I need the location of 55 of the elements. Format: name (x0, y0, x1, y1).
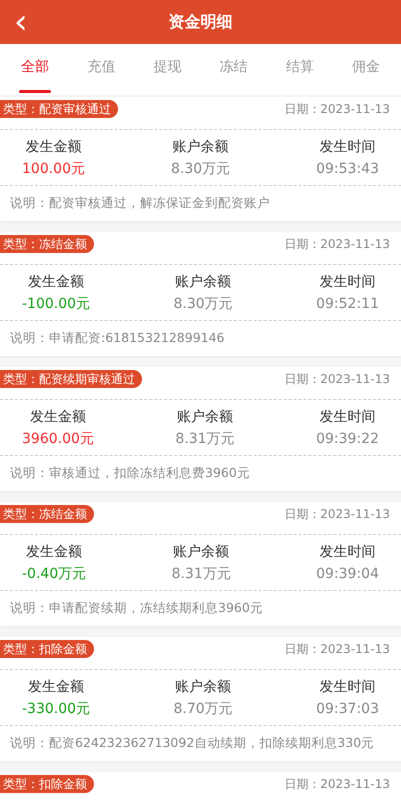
type-badge: 类型：冻结金额 (0, 235, 94, 253)
type-badge: 类型：冻结金额 (0, 505, 94, 523)
date-text: 日期：2023-11-13 (284, 776, 390, 793)
amount-value: -0.40万元 (22, 565, 86, 584)
time-value: 09:37:03 (316, 700, 379, 719)
tab[interactable]: 冻结 (200, 44, 267, 95)
balance-label: 账户余额 (177, 408, 233, 427)
note-text: 说明：配资审核通过，解冻保证金到配资账户 (9, 194, 271, 212)
tab[interactable]: 结算 (266, 44, 333, 95)
amount-label: 发生金额 (26, 543, 82, 562)
balance-label: 账户余额 (172, 138, 229, 157)
type-badge: 类型：配资续期审核通过 (0, 370, 142, 388)
amount-label: 发生金额 (28, 273, 84, 292)
type-badge: 类型：扣除金额 (0, 775, 94, 793)
time-label: 发生时间 (320, 273, 376, 292)
balance-value: 8.31万元 (175, 430, 235, 449)
date-text: 日期：2023-11-13 (284, 506, 390, 523)
time-value: 09:53:43 (316, 160, 379, 179)
balance-value: 8.30万元 (170, 160, 230, 179)
tab[interactable]: 充值 (68, 44, 134, 95)
time-value: 09:39:04 (316, 565, 379, 584)
amount-label: 发生金额 (28, 678, 84, 697)
note-text: 说明：配资624232362713092自动续期，扣除续期利息330元 (9, 734, 376, 752)
amount-value: -100.00元 (22, 295, 90, 314)
balance-value: 8.70万元 (173, 700, 233, 719)
date-text: 日期：2023-11-13 (284, 101, 390, 118)
balance-label: 账户余额 (175, 273, 232, 292)
date-text: 日期：2023-11-13 (284, 641, 390, 658)
tab[interactable]: 全部 (2, 44, 68, 95)
balance-label: 账户余额 (173, 543, 230, 562)
balance-value: 8.30万元 (173, 295, 233, 314)
tab[interactable]: 提现 (134, 44, 201, 95)
balance-label: 账户余额 (175, 678, 232, 697)
time-label: 发生时间 (320, 138, 376, 157)
back-button[interactable]: ‹ (10, 0, 32, 44)
note-text: 说明：申请配资续期，冻结续期利息3960元 (9, 599, 264, 617)
type-badge: 类型：配资审核通过 (0, 100, 118, 118)
date-text: 日期：2023-11-13 (284, 371, 390, 388)
page-title: 资金明细 (168, 12, 232, 32)
time-value: 09:52:11 (316, 295, 379, 314)
amount-value: 3960.00元 (22, 430, 94, 449)
amount-value: -330.00元 (22, 700, 90, 719)
time-label: 发生时间 (320, 678, 376, 697)
type-badge: 类型：扣除金额 (0, 640, 94, 658)
time-label: 发生时间 (320, 543, 376, 562)
date-text: 日期：2023-11-13 (284, 236, 390, 253)
amount-label: 发生金额 (30, 408, 86, 427)
time-label: 发生时间 (320, 408, 376, 427)
amount-value: 100.00元 (22, 160, 85, 179)
note-text: 说明：申请配资:618153212899146 (9, 329, 226, 347)
time-value: 09:39:22 (316, 430, 379, 449)
amount-label: 发生金额 (26, 138, 82, 157)
balance-value: 8.31万元 (172, 565, 231, 584)
tab[interactable]: 佣金 (332, 44, 400, 95)
note-text: 说明：审核通过，扣除冻结利息费3960元 (9, 464, 251, 482)
